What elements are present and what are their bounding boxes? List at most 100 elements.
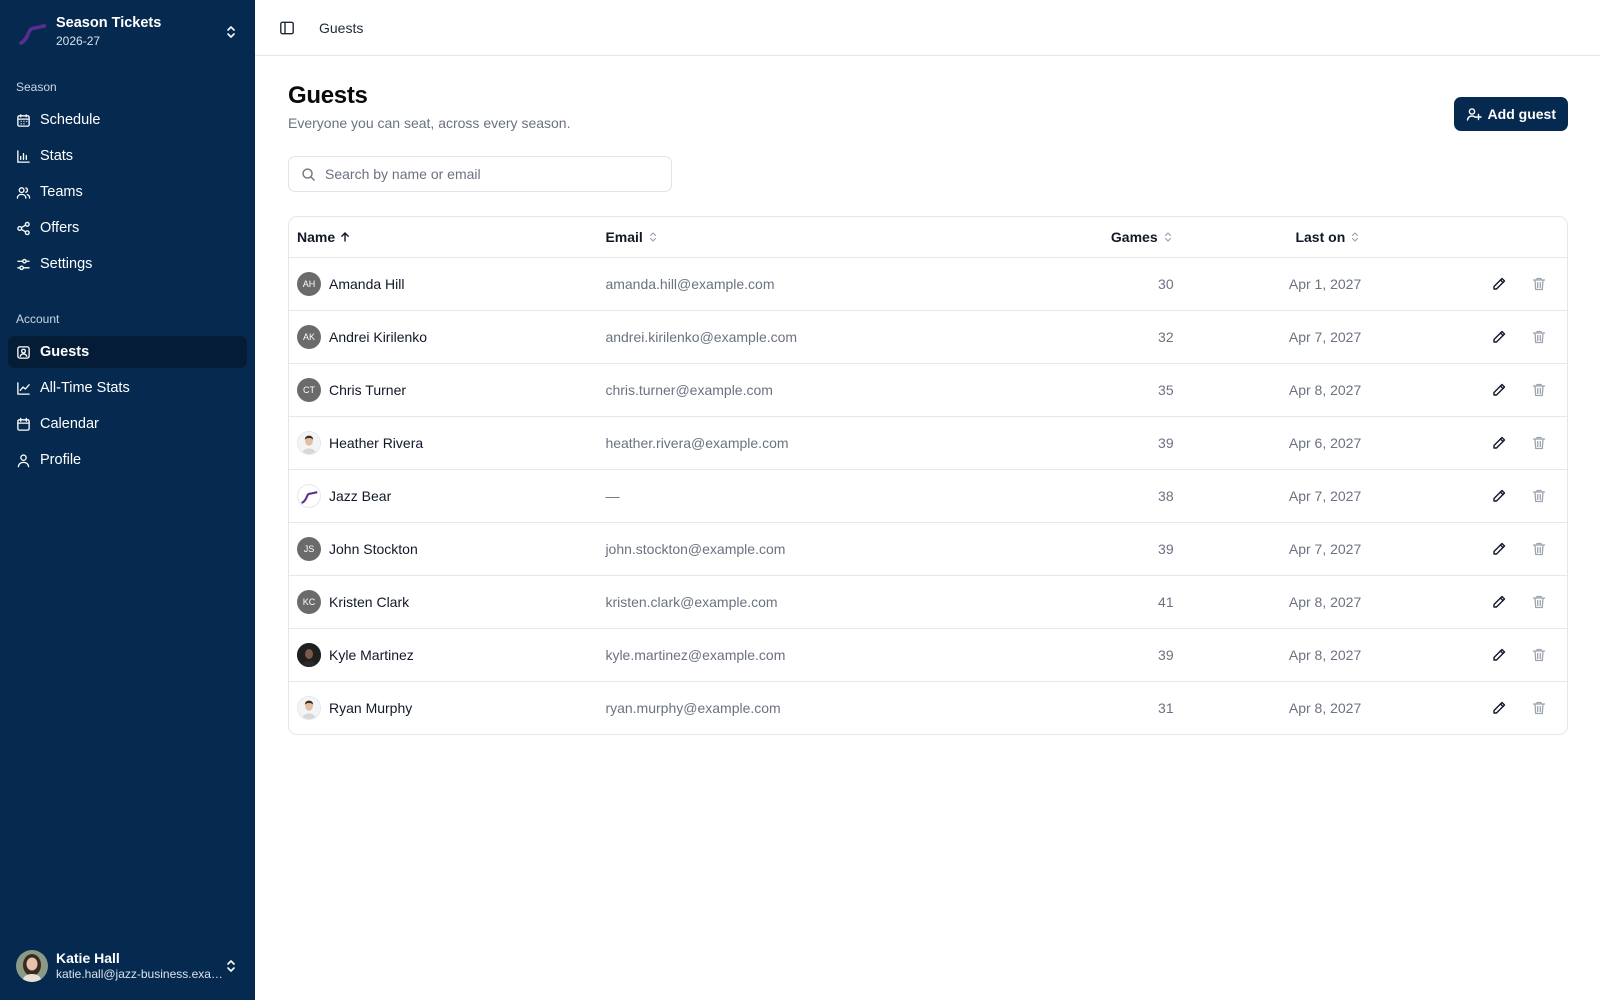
edit-button[interactable] bbox=[1483, 374, 1515, 406]
sidebar-item-teams[interactable]: Teams bbox=[8, 176, 247, 208]
edit-button[interactable] bbox=[1483, 321, 1515, 353]
sort-icon bbox=[1164, 232, 1171, 242]
table-row[interactable]: KC Kristen Clark kristen.clark@example.com… bbox=[289, 575, 1567, 628]
sidebar-toggle-button[interactable] bbox=[273, 14, 301, 42]
pencil-icon bbox=[1493, 436, 1506, 449]
sidebar-item-label: Teams bbox=[40, 184, 83, 200]
avatar bbox=[297, 430, 321, 455]
sidebar: Season Tickets 2026-27 Season Schedule S… bbox=[0, 0, 255, 1000]
sidebar-item-guests[interactable]: Guests bbox=[8, 336, 247, 368]
trash-icon bbox=[1532, 330, 1546, 343]
cell-games: 38 bbox=[1158, 487, 1174, 504]
sidebar-item-settings[interactable]: Settings bbox=[8, 248, 247, 280]
user-menu[interactable]: Katie Hall katie.hall@jazz-business.exam… bbox=[8, 942, 247, 990]
edit-button[interactable] bbox=[1483, 639, 1515, 671]
edit-button[interactable] bbox=[1483, 533, 1515, 565]
cell-last-on: Apr 1, 2027 bbox=[1288, 275, 1362, 292]
guest-name: Amanda Hill bbox=[329, 275, 405, 292]
column-header-actions bbox=[1369, 217, 1567, 258]
cell-email: chris.turner@example.com bbox=[605, 381, 773, 398]
cell-email: kyle.martinez@example.com bbox=[605, 646, 786, 663]
sidebar-item-label: Guests bbox=[40, 344, 90, 360]
cell-last-on: Apr 8, 2027 bbox=[1288, 593, 1362, 610]
breadcrumb: Guests bbox=[319, 19, 364, 36]
edit-button[interactable] bbox=[1483, 692, 1515, 724]
cell-last-on: Apr 7, 2027 bbox=[1288, 540, 1362, 557]
trash-icon bbox=[1532, 595, 1546, 608]
cell-games: 32 bbox=[1158, 328, 1174, 345]
table-row[interactable]: CT Chris Turner chris.turner@example.com 35… bbox=[289, 363, 1567, 416]
cell-actions bbox=[1369, 681, 1567, 734]
cell-last-on: Apr 7, 2027 bbox=[1288, 328, 1362, 345]
column-label: Name bbox=[297, 228, 336, 245]
delete-button[interactable] bbox=[1523, 268, 1555, 300]
user-icon bbox=[17, 453, 30, 467]
edit-button[interactable] bbox=[1483, 268, 1515, 300]
share-icon bbox=[17, 221, 30, 235]
group-label-season: Season bbox=[16, 80, 57, 94]
column-header-name[interactable]: Name bbox=[289, 217, 598, 258]
table-row[interactable]: Kyle Martinez kyle.martinez@example.com 39… bbox=[289, 628, 1567, 681]
sidebar-item-all-time-stats[interactable]: All-Time Stats bbox=[8, 372, 247, 404]
cell-name: Jazz Bear bbox=[289, 469, 597, 522]
table-row[interactable]: AH Amanda Hill amanda.hill@example.com 30 Ap… bbox=[289, 257, 1567, 310]
avatar-initials: CT bbox=[303, 384, 315, 395]
cell-name: Heather Rivera bbox=[289, 416, 597, 469]
edit-button[interactable] bbox=[1483, 480, 1515, 512]
guest-name: John Stockton bbox=[329, 540, 418, 557]
cell-name: AH Amanda Hill bbox=[289, 257, 597, 310]
column-label: Last on bbox=[1295, 228, 1346, 245]
delete-button[interactable] bbox=[1523, 639, 1555, 671]
sidebar-item-profile[interactable]: Profile bbox=[8, 444, 247, 476]
user-plus-icon bbox=[1466, 108, 1482, 121]
trash-icon bbox=[1532, 436, 1546, 449]
sidebar-item-label: All-Time Stats bbox=[40, 380, 130, 396]
table-row[interactable]: AK Andrei Kirilenko andrei.kirilenko@examp… bbox=[289, 310, 1567, 363]
team-switcher[interactable]: Season Tickets 2026-27 bbox=[8, 8, 247, 56]
search-input[interactable] bbox=[325, 166, 671, 182]
sidebar-item-stats[interactable]: Stats bbox=[8, 140, 247, 172]
edit-button[interactable] bbox=[1483, 427, 1515, 459]
cell-actions bbox=[1369, 363, 1567, 416]
delete-button[interactable] bbox=[1523, 692, 1555, 724]
calendar-grid-icon bbox=[17, 113, 30, 127]
table-header-row: Name Email Games Last on bbox=[289, 217, 1567, 258]
table-row[interactable]: Ryan Murphy ryan.murphy@example.com 31 Apr … bbox=[289, 681, 1567, 734]
arrow-up-icon bbox=[341, 232, 350, 242]
delete-button[interactable] bbox=[1523, 427, 1555, 459]
table-row[interactable]: JS John Stockton john.stockton@example.com… bbox=[289, 522, 1567, 575]
guest-name: Heather Rivera bbox=[329, 434, 424, 451]
pencil-icon bbox=[1493, 595, 1506, 608]
table-body: AH Amanda Hill amanda.hill@example.com 30 Ap… bbox=[289, 257, 1567, 734]
column-header-email[interactable]: Email bbox=[597, 217, 997, 258]
edit-button[interactable] bbox=[1483, 586, 1515, 618]
cell-last-on: Apr 7, 2027 bbox=[1288, 487, 1362, 504]
sidebar-item-label: Schedule bbox=[40, 112, 101, 128]
cell-email: amanda.hill@example.com bbox=[605, 275, 775, 292]
add-guest-button[interactable]: Add guest bbox=[1453, 97, 1568, 131]
cell-email: ryan.murphy@example.com bbox=[605, 699, 781, 716]
sidebar-item-schedule[interactable]: Schedule bbox=[8, 104, 247, 136]
sort-icon bbox=[1352, 232, 1359, 242]
delete-button[interactable] bbox=[1523, 480, 1555, 512]
delete-button[interactable] bbox=[1523, 533, 1555, 565]
cell-actions bbox=[1369, 257, 1567, 310]
avatar: AH bbox=[297, 271, 321, 296]
cell-name: Kyle Martinez bbox=[289, 628, 597, 681]
column-header-last-on[interactable]: Last on bbox=[1181, 217, 1370, 258]
table-row[interactable]: Heather Rivera heather.rivera@example.com… bbox=[289, 416, 1567, 469]
delete-button[interactable] bbox=[1523, 321, 1555, 353]
trash-icon bbox=[1532, 277, 1546, 290]
delete-button[interactable] bbox=[1523, 586, 1555, 618]
sidebar-item-offers[interactable]: Offers bbox=[8, 212, 247, 244]
topbar: Guests bbox=[255, 0, 1600, 56]
column-header-games[interactable]: Games bbox=[996, 217, 1182, 258]
delete-button[interactable] bbox=[1523, 374, 1555, 406]
trash-icon bbox=[1532, 542, 1546, 555]
sidebar-item-calendar[interactable]: Calendar bbox=[8, 408, 247, 440]
cell-games: 35 bbox=[1158, 381, 1174, 398]
chevron-up-down-icon bbox=[227, 26, 235, 38]
pencil-icon bbox=[1493, 383, 1506, 396]
avatar bbox=[297, 695, 321, 720]
table-row[interactable]: Jazz Bear — 38 Apr 7, 2027 bbox=[289, 469, 1567, 522]
